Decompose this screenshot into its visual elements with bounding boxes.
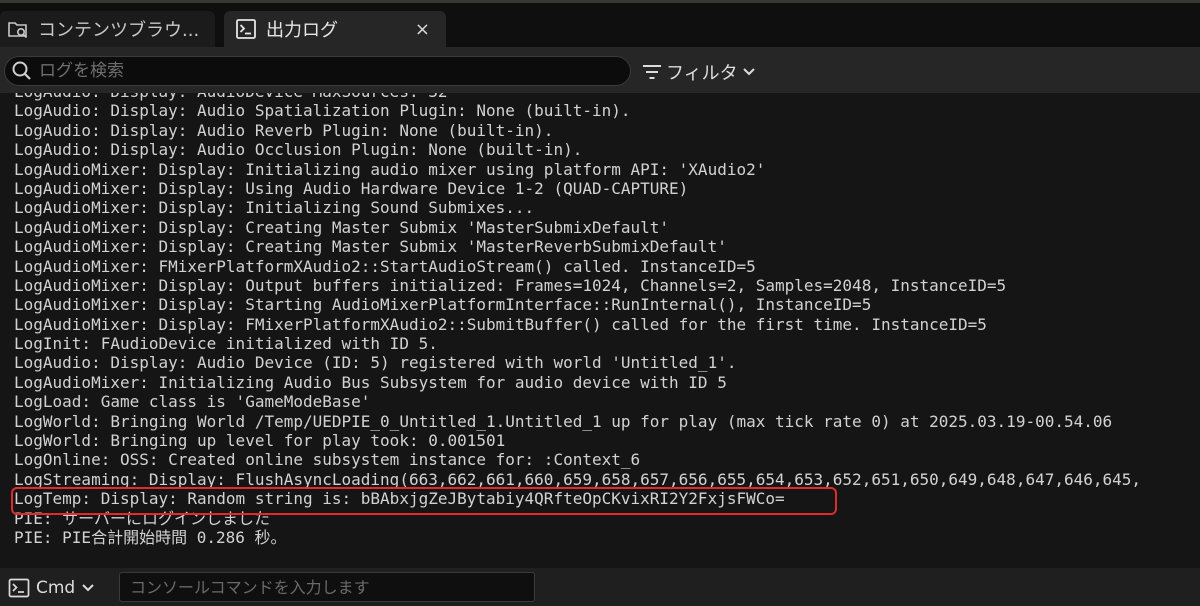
log-lines: LogAudio: Display: AudioDevice MaxSource… — [14, 93, 1141, 547]
output-log-window: コンテンツブラウ... 出力ログ × ログを検索 フィルタ LogAudio: … — [0, 0, 1200, 606]
log-line: LogAudioMixer: Display: Creating Master … — [14, 237, 727, 257]
console-command-input[interactable] — [119, 572, 535, 602]
search-icon — [11, 60, 33, 82]
log-line: PIE: PIE合計開始時間 0.286 秒。 — [14, 527, 287, 547]
log-line: LogAudio: Display: Audio Device (ID: 5) … — [14, 353, 737, 373]
log-toolbar: フィルタ — [0, 47, 1200, 93]
log-output-area[interactable]: LogAudio: Display: AudioDevice MaxSource… — [0, 93, 1200, 568]
chevron-down-icon — [742, 67, 756, 77]
tab-output-log[interactable]: 出力ログ × — [224, 11, 446, 47]
log-line: LogStreaming: Display: FlushAsyncLoading… — [14, 469, 1142, 489]
content-browser-icon — [6, 17, 30, 41]
log-line: LogInit: FAudioDevice initialized with I… — [14, 334, 438, 354]
log-line-highlighted: LogTemp: Display: Random string is: bBAb… — [14, 489, 785, 509]
close-icon[interactable]: × — [415, 19, 430, 40]
log-line: LogAudio: Display: Audio Occlusion Plugi… — [14, 140, 583, 160]
terminal-icon — [234, 17, 258, 41]
tab-content-browser[interactable]: コンテンツブラウ... — [0, 11, 215, 47]
log-line: LogAudioMixer: Display: Using Audio Hard… — [14, 178, 689, 198]
log-line: LogAudioMixer: Display: FMixerPlatformXA… — [14, 314, 987, 334]
chevron-down-icon — [81, 583, 95, 593]
filter-icon — [642, 63, 662, 81]
log-line: LogOnline: OSS: Created online subsystem… — [14, 450, 641, 470]
search-box — [4, 56, 631, 86]
log-line: LogAudioMixer: FMixerPlatformXAudio2::St… — [14, 256, 756, 276]
log-line: LogAudioMixer: Initializing Audio Bus Su… — [14, 372, 727, 392]
log-line: LogAudio: Display: Audio Spatialization … — [14, 101, 631, 121]
tab-bar: コンテンツブラウ... 出力ログ × — [0, 3, 1200, 47]
log-line: LogAudioMixer: Display: Output buffers i… — [14, 275, 1007, 295]
filter-button[interactable]: フィルタ — [642, 59, 756, 85]
log-line: LogLoad: Game class is 'GameModeBase' — [14, 392, 371, 412]
tab-label: コンテンツブラウ... — [38, 20, 200, 41]
search-input[interactable] — [39, 61, 599, 81]
log-line: LogAudio: Display: AudioDevice MaxSource… — [14, 93, 1141, 101]
log-line: LogAudioMixer: Display: Initializing Sou… — [14, 198, 535, 218]
command-bar: Cmd — [0, 568, 1200, 606]
log-line: PIE: サーバーにログインしました — [14, 508, 271, 528]
log-line: LogAudioMixer: Display: Creating Master … — [14, 217, 670, 237]
cmd-label: Cmd — [36, 578, 76, 598]
log-line: LogWorld: Bringing World /Temp/UEDPIE_0_… — [14, 411, 1113, 431]
filter-label: フィルタ — [666, 63, 738, 84]
cmd-selector-button[interactable]: Cmd — [8, 576, 95, 600]
log-line: LogAudioMixer: Display: Starting AudioMi… — [14, 295, 872, 315]
log-line: LogAudioMixer: Display: Initializing aud… — [14, 159, 766, 179]
terminal-icon — [8, 578, 30, 598]
tab-label: 出力ログ — [266, 20, 338, 41]
log-line: LogWorld: Bringing up level for play too… — [14, 431, 506, 451]
log-line: LogAudio: Display: Audio Reverb Plugin: … — [14, 120, 554, 140]
